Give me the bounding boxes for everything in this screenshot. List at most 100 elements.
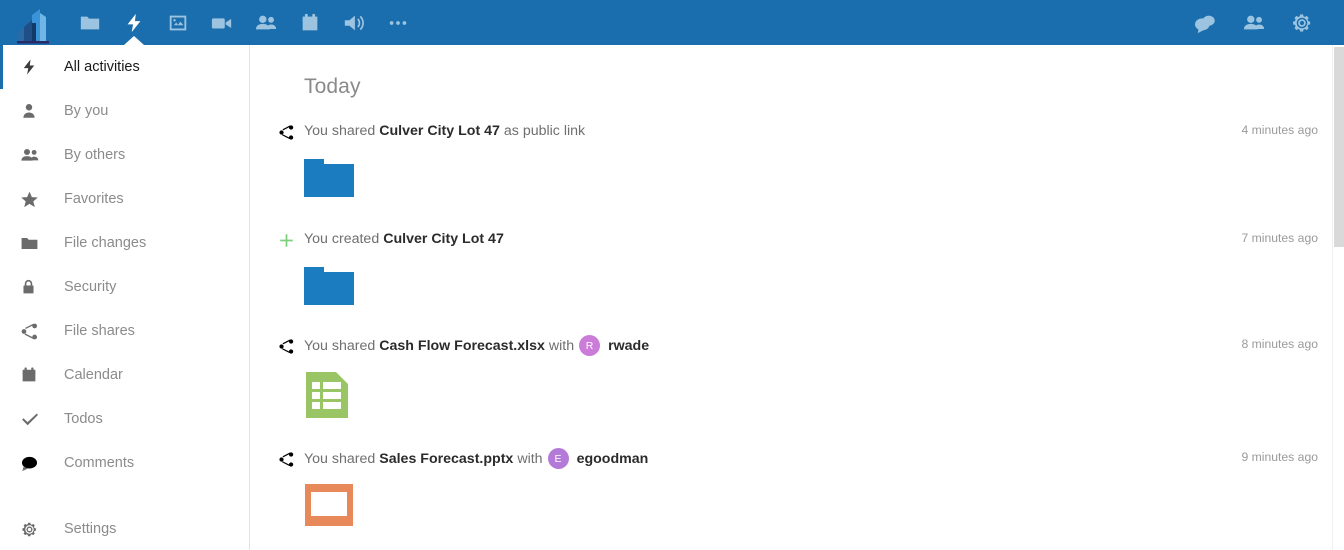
chat-bubbles-icon (1193, 12, 1219, 34)
activity-text-row: You shared Cash Flow Forecast.xlsx with … (304, 335, 1344, 356)
folder-icon (20, 234, 46, 253)
activity-timestamp: 8 minutes ago (1241, 337, 1318, 351)
activity-description: You shared Cash Flow Forecast.xlsx with … (304, 335, 649, 356)
nav-more-button[interactable] (376, 0, 420, 45)
topbar-right-icons (1182, 0, 1344, 45)
sidebar-item-label: Calendar (46, 367, 123, 383)
activity-lead: You shared (304, 338, 375, 354)
presentation-thumb-icon[interactable] (304, 483, 354, 527)
activity-timestamp: 4 minutes ago (1241, 123, 1318, 137)
lightning-bolt-icon (123, 12, 145, 34)
contacts-icon (254, 12, 278, 34)
sidebar-item-todos[interactable]: Todos (0, 397, 249, 441)
activity-tail: with (549, 338, 574, 354)
sidebar-item-settings[interactable]: Settings (0, 507, 249, 550)
activity-user-name[interactable]: egoodman (577, 451, 649, 467)
nav-announcements-button[interactable] (332, 0, 376, 45)
gear-icon (1290, 11, 1314, 35)
activity-thumbnail-row (304, 483, 1344, 527)
activities-app: All activities By you (0, 0, 1344, 550)
sidebar-item-label: File changes (46, 235, 146, 251)
activity-lead: You created (304, 231, 379, 247)
activity-subject[interactable]: Culver City Lot 47 (379, 231, 508, 247)
sidebar-item-by-you[interactable]: By you (0, 89, 249, 133)
chat-button[interactable] (1182, 0, 1230, 45)
calendar-icon (20, 366, 46, 384)
sidebar-item-all-activities[interactable]: All activities (0, 45, 249, 89)
sidebar-item-calendar[interactable]: Calendar (0, 353, 249, 397)
activity-tail: as public link (504, 123, 585, 139)
activity-user-name[interactable]: rwade (608, 338, 649, 354)
activity-feed-inner: Today You shared (250, 45, 1344, 550)
activity-timestamp: 7 minutes ago (1241, 231, 1318, 245)
star-icon (20, 190, 46, 209)
announcement-icon (342, 12, 366, 34)
share-icon (276, 122, 296, 142)
avatar[interactable]: E (548, 448, 569, 469)
sidebar-item-by-others[interactable]: By others (0, 133, 249, 177)
sidebar-item-label: Settings (46, 521, 116, 537)
activity-description: You created Culver City Lot 47 (304, 231, 508, 247)
sidebar-item-file-shares[interactable]: File shares (0, 309, 249, 353)
activity-description: You shared Sales Forecast.pptx with E eg… (304, 448, 648, 469)
nav-video-button[interactable] (200, 0, 244, 45)
more-ellipsis-icon (386, 12, 410, 34)
activity-description: You shared Culver City Lot 47 as public … (304, 123, 585, 139)
share-icon (276, 336, 296, 356)
sidebar-item-label: File shares (46, 323, 135, 339)
activity-tail: with (517, 451, 542, 467)
spreadsheet-thumb-icon[interactable] (304, 370, 352, 420)
activity-thumbnail-row (304, 263, 1344, 307)
sidebar-item-label: By others (46, 147, 125, 163)
building-logo-icon (12, 5, 56, 45)
nav-calendar-button[interactable] (288, 0, 332, 45)
sidebar-item-file-changes[interactable]: File changes (0, 221, 249, 265)
activity-lead: You shared (304, 123, 375, 139)
sidebar-item-security[interactable]: Security (0, 265, 249, 309)
nav-folder-button[interactable] (68, 0, 112, 45)
sidebar-item-label: Comments (46, 455, 134, 471)
activity-text-row: You created Culver City Lot 47 (304, 229, 1344, 249)
nav-photos-button[interactable] (156, 0, 200, 45)
contacts-button[interactable] (1230, 0, 1278, 45)
gear-icon (20, 520, 46, 539)
comment-icon (20, 454, 46, 473)
activity-subject[interactable]: Sales Forecast.pptx (375, 451, 517, 467)
activity-item: You shared Cash Flow Forecast.xlsx with … (250, 335, 1344, 420)
nav-contacts-button[interactable] (244, 0, 288, 45)
nav-activities-button[interactable] (112, 0, 156, 45)
settings-button[interactable] (1278, 0, 1326, 45)
folder-thumb-icon[interactable] (304, 263, 354, 307)
share-icon (276, 449, 296, 469)
scrollbar-track[interactable] (1332, 45, 1344, 550)
sidebar-item-label: Security (46, 279, 116, 295)
activity-lead: You shared (304, 451, 375, 467)
calendar-icon (299, 12, 321, 34)
sidebar-item-comments[interactable]: Comments (0, 441, 249, 485)
sidebar-item-label: Todos (46, 411, 103, 427)
app-logo[interactable] (0, 0, 68, 45)
top-navigation-bar (0, 0, 1344, 45)
day-heading: Today (250, 45, 1344, 99)
sidebar-item-favorites[interactable]: Favorites (0, 177, 249, 221)
share-icon (20, 322, 46, 341)
activity-text-row: You shared Culver City Lot 47 as public … (304, 121, 1344, 141)
people-icon (20, 146, 46, 164)
lock-icon (20, 278, 46, 296)
sidebar-item-label: By you (46, 103, 108, 119)
activity-subject[interactable]: Culver City Lot 47 (375, 123, 504, 139)
folder-thumb-icon[interactable] (304, 155, 354, 199)
folder-icon (79, 12, 101, 34)
sidebar-item-label: All activities (46, 59, 140, 75)
activity-item: You shared Sales Forecast.pptx with E eg… (250, 448, 1344, 527)
activity-subject[interactable]: Cash Flow Forecast.xlsx (375, 338, 549, 354)
video-camera-icon (210, 12, 234, 34)
sidebar-spacer (0, 485, 249, 507)
activity-item: You shared Culver City Lot 47 as public … (250, 121, 1344, 199)
photo-icon (167, 12, 189, 34)
person-icon (20, 102, 46, 120)
activity-item: You created Culver City Lot 47 7 minutes… (250, 229, 1344, 307)
scrollbar-thumb[interactable] (1334, 47, 1344, 247)
avatar[interactable]: R (579, 335, 600, 356)
lightning-bolt-icon (20, 58, 46, 76)
